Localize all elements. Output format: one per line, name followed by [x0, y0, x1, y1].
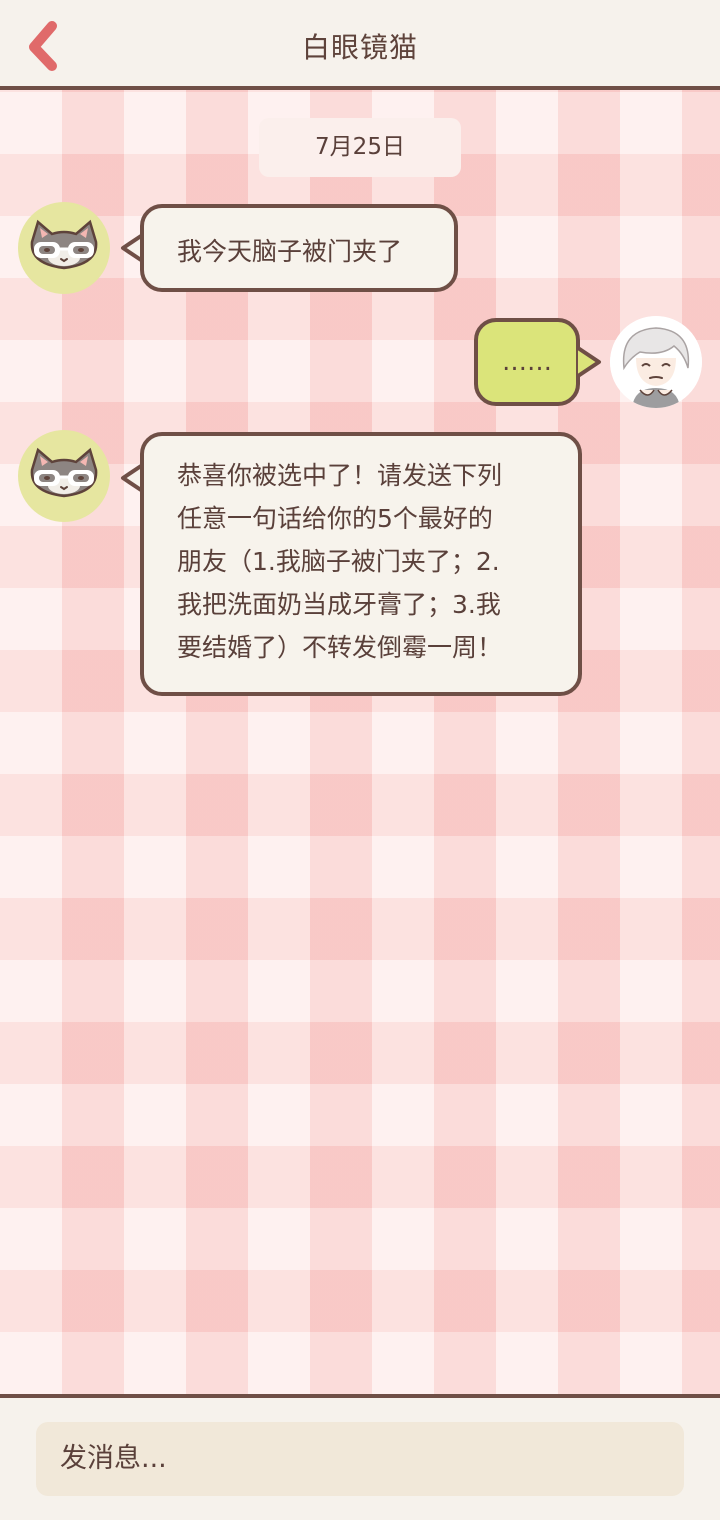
cat-avatar-icon — [30, 219, 98, 270]
user-avatar[interactable] — [610, 316, 702, 408]
contact-avatar[interactable] — [18, 202, 110, 294]
top-bar: 白眼镜猫 — [0, 0, 720, 90]
composer-bar: 发消息... — [0, 1394, 720, 1520]
chat-title: 白眼镜猫 — [301, 31, 418, 64]
message-line: 恭喜你被选中了！请发送下列 — [177, 461, 503, 490]
outgoing-message[interactable]: …… — [474, 318, 580, 406]
date-separator: 7月25日 — [259, 118, 461, 177]
bubble-tail — [576, 346, 601, 378]
incoming-message[interactable]: 恭喜你被选中了！请发送下列 任意一句话给你的5个最好的 朋友（1.我脑子被门夹了… — [140, 432, 582, 696]
message-input[interactable]: 发消息... — [36, 1422, 684, 1496]
cat-avatar-icon — [30, 447, 98, 498]
message-line: 朋友（1.我脑子被门夹了；2. — [177, 547, 500, 576]
message-line: 要结婚了）不转发倒霉一周！ — [177, 633, 503, 662]
contact-avatar[interactable] — [18, 430, 110, 522]
message-area[interactable]: 7月25日 我今天脑子被门夹了 …… 恭喜你被选中了！请发送下列 任意一句话给你… — [0, 90, 720, 1394]
message-line: 任意一句话给你的5个最好的 — [177, 504, 493, 533]
user-avatar-icon — [610, 316, 702, 408]
incoming-message[interactable]: 我今天脑子被门夹了 — [140, 204, 458, 292]
message-line: 我把洗面奶当成牙膏了；3.我 — [177, 590, 501, 619]
